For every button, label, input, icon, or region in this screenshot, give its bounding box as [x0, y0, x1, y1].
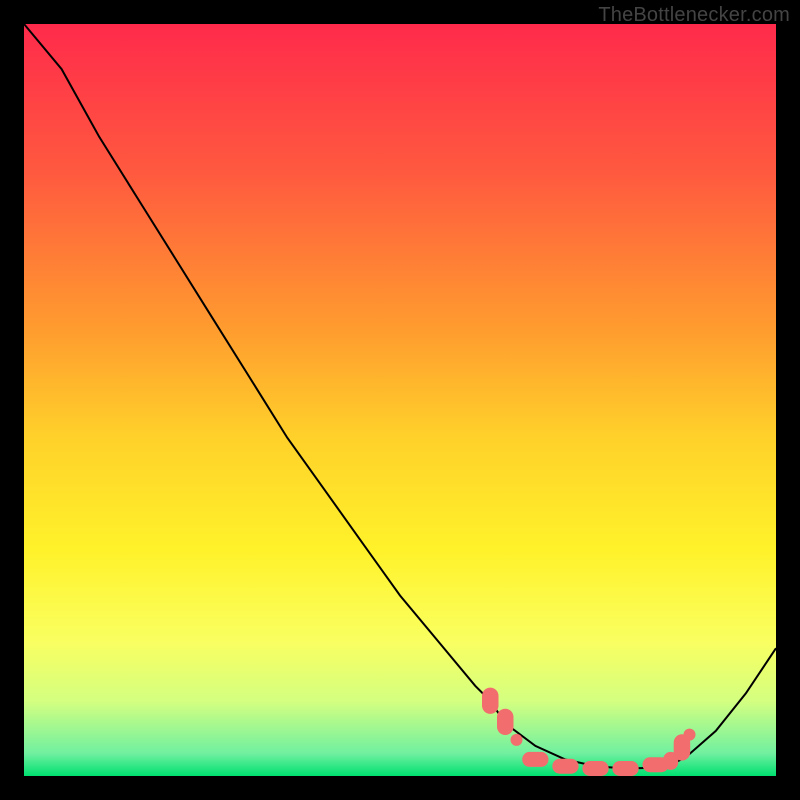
- plot-svg: [24, 24, 776, 776]
- trough-marker: [522, 752, 548, 767]
- trough-marker: [612, 761, 638, 776]
- trough-marker: [482, 688, 499, 714]
- trough-marker: [684, 729, 696, 741]
- trough-marker: [511, 734, 523, 746]
- trough-marker: [582, 761, 608, 776]
- trough-marker: [497, 709, 514, 735]
- gradient-background: [24, 24, 776, 776]
- chart-frame: [24, 24, 776, 776]
- watermark-text: TheBottlenecker.com: [598, 4, 790, 27]
- trough-marker: [552, 759, 578, 774]
